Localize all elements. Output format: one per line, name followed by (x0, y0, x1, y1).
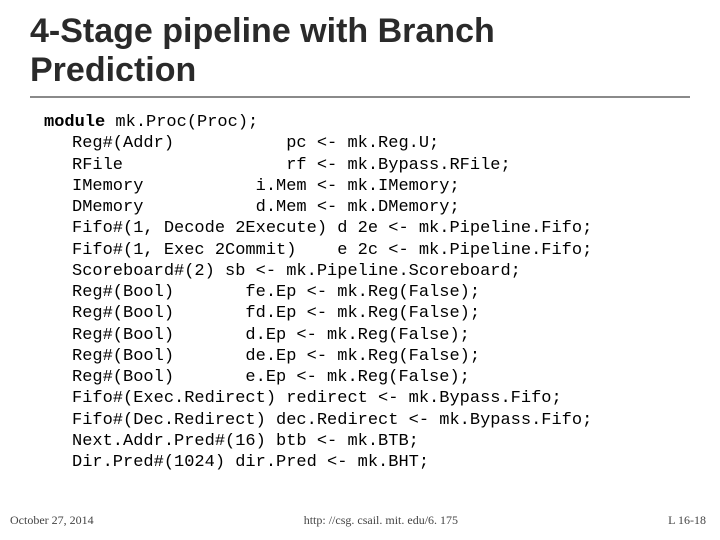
code-line-11: Reg#(Bool) de.Ep <- mk.Reg(False); (44, 346, 480, 367)
code-line-1: Reg#(Addr) pc <- mk.Reg.U; (44, 133, 439, 154)
title-underline (30, 96, 690, 98)
code-line-6: Fifo#(1, Exec 2Commit) e 2c <- mk.Pipeli… (44, 240, 592, 261)
slide: 4-Stage pipeline with Branch Prediction … (0, 0, 720, 540)
code-line-7: Scoreboard#(2) sb <- mk.Pipeline.Scorebo… (44, 261, 521, 282)
code-line-14: Fifo#(Dec.Redirect) dec.Redirect <- mk.B… (44, 410, 592, 431)
keyword-module: module (44, 113, 105, 132)
code-line-2: RFile rf <- mk.Bypass.RFile; (44, 155, 511, 176)
code-line-4: DMemory d.Mem <- mk.DMemory; (44, 197, 460, 218)
title-line-2: Prediction (30, 51, 196, 89)
code-line-5: Fifo#(1, Decode 2Execute) d 2e <- mk.Pip… (44, 218, 592, 239)
footer-date: October 27, 2014 (8, 513, 94, 528)
footer-page: L 16-18 (668, 513, 712, 528)
code-block: module mk.Proc(Proc); Reg#(Addr) pc <- m… (30, 112, 690, 473)
code-line-8: Reg#(Bool) fe.Ep <- mk.Reg(False); (44, 282, 480, 303)
title-line-1: 4-Stage pipeline with Branch (30, 12, 495, 50)
slide-footer: October 27, 2014 http: //csg. csail. mit… (0, 513, 720, 528)
code-line-13: Fifo#(Exec.Redirect) redirect <- mk.Bypa… (44, 388, 562, 409)
code-line-16: Dir.Pred#(1024) dir.Pred <- mk.BHT; (44, 452, 429, 473)
code-line-3: IMemory i.Mem <- mk.IMemory; (44, 176, 460, 197)
slide-title: 4-Stage pipeline with Branch Prediction (30, 12, 690, 92)
code-line-0-rest: mk.Proc(Proc); (105, 113, 258, 132)
footer-url: http: //csg. csail. mit. edu/6. 175 (94, 513, 668, 528)
code-line-10: Reg#(Bool) d.Ep <- mk.Reg(False); (44, 325, 470, 346)
code-line-9: Reg#(Bool) fd.Ep <- mk.Reg(False); (44, 303, 480, 324)
code-line-15: Next.Addr.Pred#(16) btb <- mk.BTB; (44, 431, 419, 452)
code-line-12: Reg#(Bool) e.Ep <- mk.Reg(False); (44, 367, 470, 388)
